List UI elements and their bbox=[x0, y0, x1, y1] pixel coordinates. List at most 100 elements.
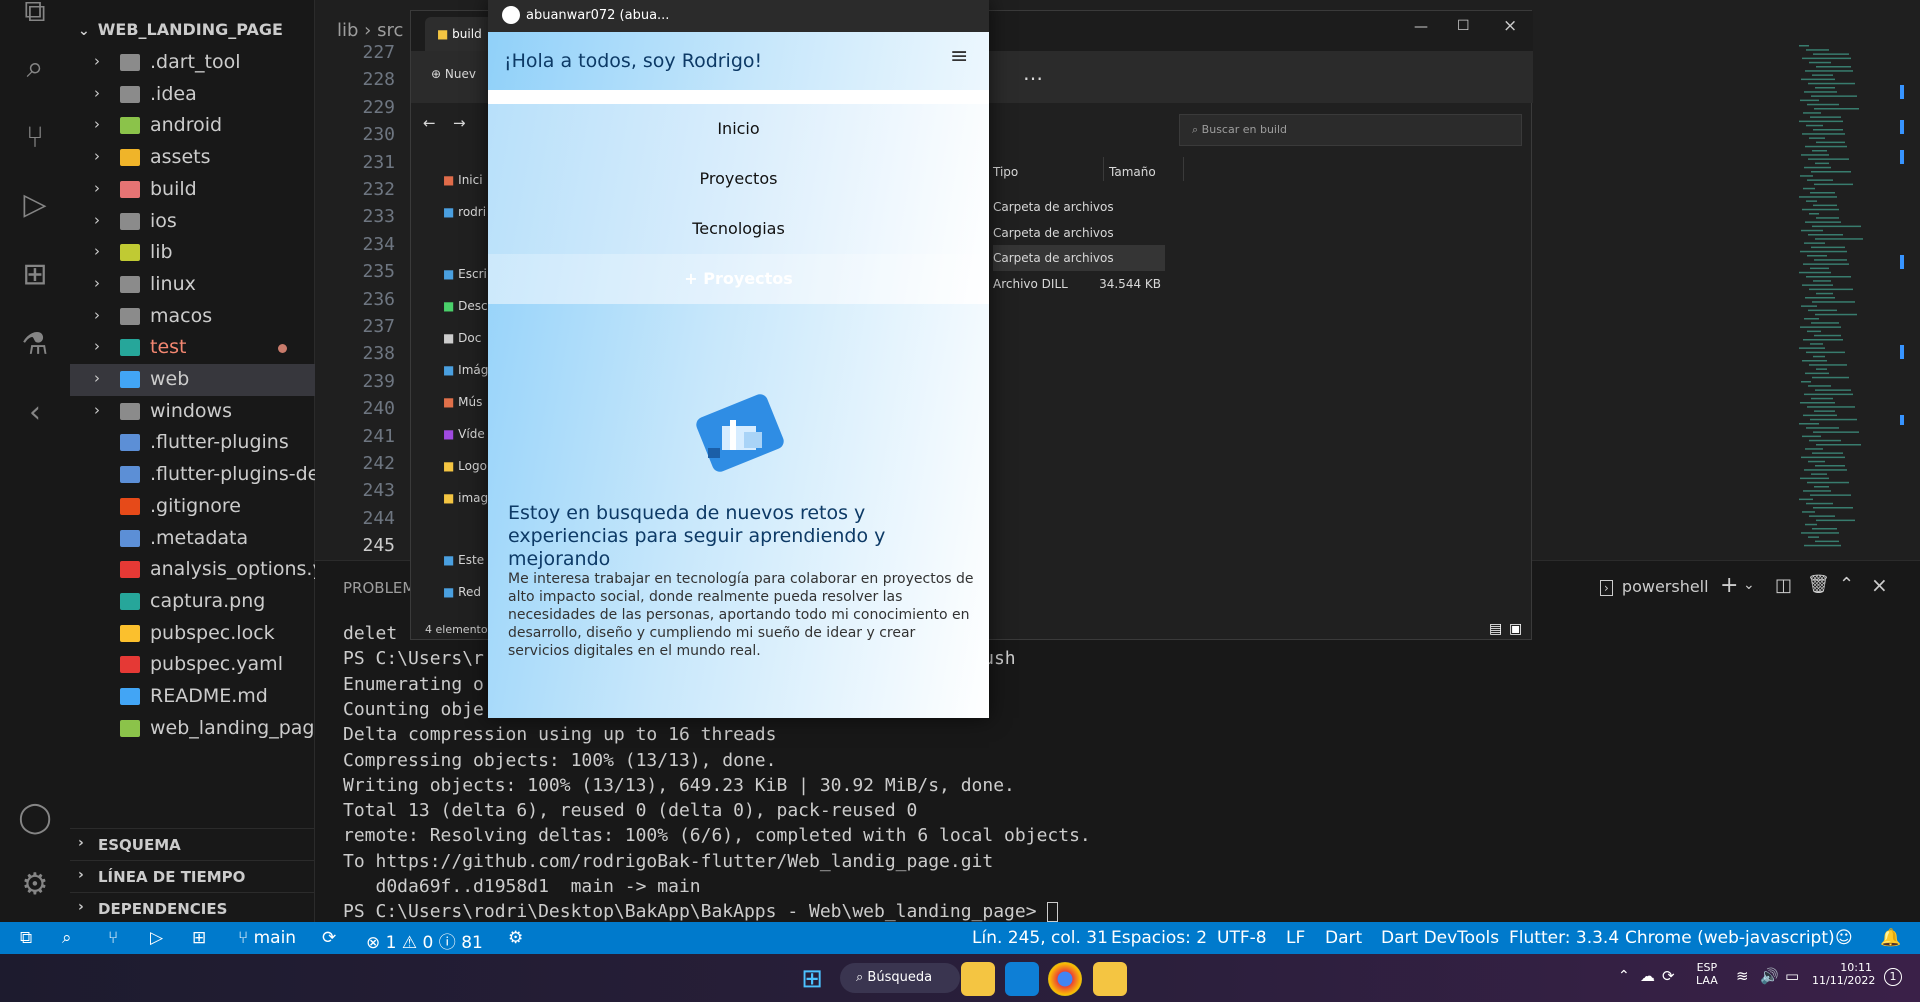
windows-start-icon[interactable]: ⊞ bbox=[795, 962, 829, 996]
section-dependencies[interactable]: › DEPENDENCIES bbox=[70, 892, 315, 924]
fe-new-button[interactable]: ⊕ Nuev bbox=[431, 67, 476, 81]
remote-icon[interactable]: ⧉ bbox=[20, 928, 32, 948]
forward-arrow-icon[interactable]: → bbox=[453, 114, 466, 132]
account-icon[interactable]: ◯ bbox=[15, 798, 55, 838]
tree-item[interactable]: › web bbox=[70, 364, 315, 396]
fe-nav-item[interactable]: ■ Desc bbox=[443, 299, 488, 313]
close-icon[interactable]: × bbox=[1503, 16, 1517, 36]
fe-nav-item[interactable]: ■ Doc bbox=[443, 331, 481, 345]
tree-item[interactable]: › .dart_tool bbox=[70, 47, 315, 79]
tree-item[interactable]: pubspec.yaml bbox=[70, 649, 315, 681]
source-control-icon[interactable]: ⑂ bbox=[15, 118, 55, 158]
testing-icon[interactable]: ⚗ bbox=[15, 325, 55, 365]
wifi-icon[interactable]: ≋ bbox=[1736, 967, 1749, 985]
fe-nav-item[interactable]: ■ Mús bbox=[443, 395, 482, 409]
notification-badge[interactable]: 1 bbox=[1884, 968, 1902, 986]
fe-file-row[interactable]: Archivo DILL 34.544 KB bbox=[993, 271, 1165, 297]
close-panel-icon[interactable]: × bbox=[1871, 573, 1888, 597]
flutter-version[interactable]: Flutter: 3.3.4 bbox=[1509, 928, 1619, 948]
explorer-title[interactable]: ⌄ WEB_LANDING_PAGE bbox=[78, 20, 283, 39]
back-arrow-icon[interactable]: ← bbox=[423, 114, 436, 132]
volume-icon[interactable]: 🔊 bbox=[1760, 967, 1779, 985]
fe-search-input[interactable]: ⌕ Buscar en build bbox=[1179, 114, 1522, 146]
folder-app-icon[interactable] bbox=[1093, 962, 1127, 996]
fe-nav-item[interactable]: ■ Logo bbox=[443, 459, 487, 473]
tab-problems[interactable]: PROBLEM bbox=[343, 579, 415, 597]
end-of-line[interactable]: LF bbox=[1286, 928, 1305, 948]
tree-item[interactable]: › build bbox=[70, 174, 315, 206]
source-control-icon[interactable]: ⑂ bbox=[108, 928, 118, 948]
breadcrumb-lib[interactable]: lib bbox=[337, 20, 358, 41]
nav-item-inicio[interactable]: Inicio bbox=[488, 104, 989, 154]
tree-item[interactable]: .gitignore bbox=[70, 491, 315, 523]
tree-item[interactable]: web_landing_pag... bbox=[70, 713, 315, 745]
extensions-icon[interactable]: ⊞ bbox=[192, 928, 206, 948]
more-options-icon[interactable]: … bbox=[1023, 61, 1043, 85]
tree-item[interactable]: README.md bbox=[70, 681, 315, 713]
file-explorer-app-icon[interactable] bbox=[961, 962, 995, 996]
minimize-icon[interactable]: — bbox=[1414, 19, 1428, 35]
tree-item[interactable]: › windows bbox=[70, 396, 315, 428]
details-view-icon[interactable]: ▤ bbox=[1489, 621, 1502, 637]
indentation[interactable]: Espacios: 2 bbox=[1111, 928, 1207, 948]
tree-item[interactable]: .flutter-plugins-de... bbox=[70, 459, 315, 491]
fe-nav-item[interactable]: ■ Imág bbox=[443, 363, 488, 377]
fe-nav-item[interactable]: ■ Escri bbox=[443, 267, 487, 281]
chrome-app-icon[interactable] bbox=[1048, 962, 1082, 996]
flutter-icon[interactable]: ‹ bbox=[15, 393, 55, 433]
tree-item[interactable]: › lib bbox=[70, 237, 315, 269]
tree-item[interactable]: › assets bbox=[70, 142, 315, 174]
language-indicator[interactable]: ESP LAA bbox=[1696, 961, 1718, 987]
tree-item[interactable]: › android bbox=[70, 110, 315, 142]
chevron-down-icon[interactable]: ⌄ bbox=[1743, 577, 1755, 593]
tree-item[interactable]: pubspec.lock bbox=[70, 618, 315, 650]
fe-file-row[interactable]: Carpeta de archivos bbox=[993, 245, 1165, 271]
fe-nav-item[interactable]: ■ Víde bbox=[443, 427, 485, 441]
fe-nav-item[interactable]: ■ Este bbox=[443, 553, 484, 567]
breadcrumb-src[interactable]: src bbox=[377, 20, 403, 41]
trash-icon[interactable]: 🗑 bbox=[1807, 574, 1830, 595]
maximize-panel-icon[interactable]: ⌃ bbox=[1839, 574, 1854, 595]
encoding[interactable]: UTF-8 bbox=[1217, 928, 1267, 948]
tree-item[interactable]: .flutter-plugins bbox=[70, 427, 315, 459]
problems-indicator[interactable]: ⊗ 1 ⚠ 0 ⓘ 81 bbox=[366, 928, 483, 953]
vscode-app-icon[interactable] bbox=[1005, 962, 1039, 996]
section-timeline[interactable]: › LÍNEA DE TIEMPO bbox=[70, 860, 315, 892]
run-debug-icon[interactable]: ▷ bbox=[15, 185, 55, 225]
nav-item-mas-proyectos[interactable]: + Proyectos bbox=[488, 254, 989, 304]
fe-file-row[interactable]: Carpeta de archivos bbox=[993, 194, 1165, 220]
feedback-icon[interactable]: ☺ bbox=[1835, 928, 1853, 948]
column-type[interactable]: Tipo bbox=[993, 165, 1018, 179]
tree-item[interactable]: .metadata bbox=[70, 523, 315, 555]
section-outline[interactable]: › ESQUEMA bbox=[70, 828, 315, 860]
nav-item-tecnologias[interactable]: Tecnologias bbox=[488, 204, 989, 254]
hamburger-menu-icon[interactable]: ≡ bbox=[950, 44, 968, 69]
fe-file-row[interactable]: Carpeta de archivos bbox=[993, 220, 1165, 246]
tree-item[interactable]: › linux bbox=[70, 269, 315, 301]
terminal-selector[interactable]: › powershell bbox=[1600, 577, 1709, 596]
run-icon[interactable]: ▷ bbox=[150, 928, 163, 948]
tiles-view-icon[interactable]: ▣ bbox=[1509, 621, 1522, 637]
tree-item[interactable]: › test bbox=[70, 332, 315, 364]
explorer-icon[interactable]: ⧉ bbox=[15, 0, 55, 32]
clock[interactable]: 10:11 11/11/2022 bbox=[1812, 961, 1875, 987]
tree-item[interactable]: › macos bbox=[70, 301, 315, 333]
nav-item-proyectos[interactable]: Proyectos bbox=[488, 154, 989, 204]
device-selector[interactable]: Chrome (web-javascript) bbox=[1625, 928, 1835, 948]
tree-item[interactable]: › .idea bbox=[70, 79, 315, 111]
maximize-icon[interactable]: ☐ bbox=[1457, 18, 1470, 34]
branch-indicator[interactable]: ⑂ main bbox=[238, 928, 296, 948]
bell-icon[interactable]: 🔔 bbox=[1880, 928, 1901, 948]
scrollbar-markers[interactable] bbox=[1900, 45, 1906, 425]
cloud-icon[interactable]: ☁ bbox=[1640, 967, 1655, 985]
tree-item[interactable]: › ios bbox=[70, 206, 315, 238]
search-icon[interactable]: ⌕ bbox=[15, 48, 55, 88]
sync-icon[interactable]: ⟳ bbox=[1662, 967, 1675, 985]
fe-nav-item[interactable]: ■ Inici bbox=[443, 173, 483, 187]
search-icon[interactable]: ⌕ bbox=[62, 928, 72, 948]
tray-chevron-up-icon[interactable]: ⌃ bbox=[1618, 968, 1630, 984]
language-mode[interactable]: Dart bbox=[1325, 928, 1362, 948]
dart-devtools[interactable]: Dart DevTools bbox=[1381, 928, 1499, 948]
tree-item[interactable]: analysis_options.y... bbox=[70, 554, 315, 586]
battery-icon[interactable]: ▭ bbox=[1785, 967, 1799, 985]
